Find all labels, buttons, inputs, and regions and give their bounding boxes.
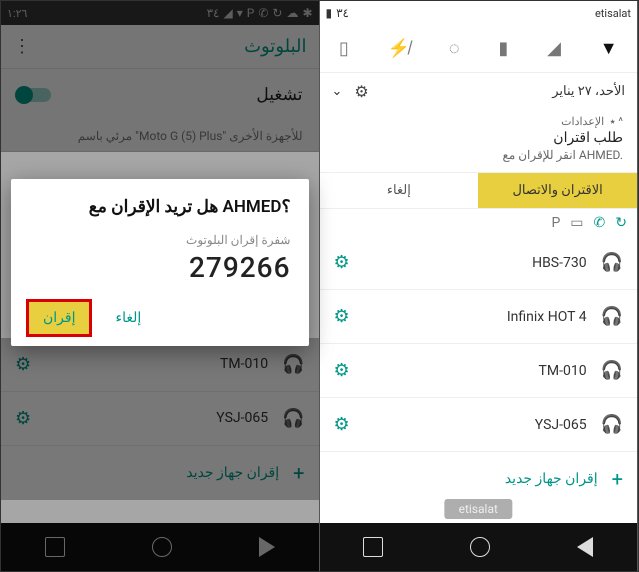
battery-icon[interactable]: ▮ xyxy=(498,38,508,59)
signal-icon[interactable]: ◢ xyxy=(547,38,561,59)
chevron-down-icon[interactable]: ⌄ xyxy=(332,84,343,99)
card-icon: ▭ xyxy=(570,215,583,231)
device-row[interactable]: ⚙ Infinix HOT 4 🎧 xyxy=(320,290,638,344)
gear-icon[interactable]: ⚙ xyxy=(334,252,350,273)
dialog-sub: شفرة إقران البلوتوث xyxy=(29,233,291,247)
headset-icon: 🎧 xyxy=(601,252,623,273)
gear-icon[interactable]: ⚙ xyxy=(334,414,350,435)
recents-button[interactable] xyxy=(363,537,383,557)
headset-icon: 🎧 xyxy=(601,306,623,327)
device-row[interactable]: ⚙ TM-010 🎧 xyxy=(320,344,638,398)
pair-new-device[interactable]: إقران جهاز جديد + xyxy=(320,452,638,506)
device-name: HBS-730 xyxy=(532,255,587,271)
headset-icon: 🎧 xyxy=(601,414,623,435)
device-name: YSJ-065 xyxy=(535,417,587,433)
notif-sub: انقر للإقران مع AHMED. xyxy=(334,148,624,162)
notif-source: الإعدادات ⁦ ⁦⁦٭⁩ ^ xyxy=(334,115,624,128)
dialog-title: هل تريد الإقران مع AHMED؟ xyxy=(29,197,291,217)
notif-tray-icons: P ▭ ✆ ↻ xyxy=(320,208,638,236)
date-text: الأحد، ٢٧ يناير xyxy=(552,84,625,99)
toast: etisalat xyxy=(445,499,512,519)
notif-pair-button[interactable]: الاقتران والاتصال xyxy=(478,173,637,208)
back-button[interactable] xyxy=(577,537,593,557)
status-bar: ▮ ٣٤ etisalat xyxy=(320,1,638,25)
battery-pct: ٣٤ xyxy=(336,6,349,20)
status-icons-left: ▮ ٣٤ xyxy=(326,6,350,20)
quick-settings: ▯ ⚡̸ ◌ ▮ ◢ ▼ xyxy=(320,25,638,73)
gear-icon[interactable]: ⚙ xyxy=(334,360,350,381)
device-name: Infinix HOT 4 xyxy=(507,309,587,325)
wifi-icon[interactable]: ▼ xyxy=(600,38,618,59)
notification-panel: ▯ ⚡̸ ◌ ▮ ◢ ▼ ⌄ ⚙ الأحد، ٢٧ يناير الإعداد… xyxy=(320,25,638,236)
notif-actions: إلغاء الاقتران والاتصال xyxy=(320,172,638,208)
home-button[interactable] xyxy=(470,537,490,557)
dnd-icon[interactable]: ◌ xyxy=(449,38,460,59)
plus-icon: + xyxy=(612,467,623,491)
pairing-code: 279266 xyxy=(29,251,291,284)
settings-gear-icon[interactable]: ⚙ xyxy=(354,82,368,101)
pair-dialog: هل تريد الإقران مع AHMED؟ شفرة إقران الب… xyxy=(11,179,309,346)
date-row: ⌄ ⚙ الأحد، ٢٧ يناير xyxy=(320,73,638,109)
gear-icon[interactable]: ⚙ xyxy=(334,306,350,327)
device-row[interactable]: ⚙ HBS-730 🎧 xyxy=(320,236,638,290)
sync-icon: ↻ xyxy=(615,215,627,231)
screen-icon[interactable]: ▯ xyxy=(339,38,349,59)
dialog-pair-button[interactable]: إقران xyxy=(29,302,89,334)
flashlight-icon[interactable]: ⚡̸ xyxy=(388,38,410,59)
notif-cancel-button[interactable]: إلغاء xyxy=(320,173,479,208)
pair-notification[interactable]: الإعدادات ⁦ ⁦⁦٭⁩ ^ طلب اقتران انقر للإقر… xyxy=(320,109,638,172)
device-name: TM-010 xyxy=(539,363,587,379)
device-row[interactable]: ⚙ YSJ-065 🎧 xyxy=(320,398,638,452)
dialog-cancel-button[interactable]: إلغاء xyxy=(109,302,147,334)
device-list: ⚙ HBS-730 🎧 ⚙ Infinix HOT 4 🎧 ⚙ TM-010 🎧 ⚙ … xyxy=(320,236,638,523)
nav-bar xyxy=(320,523,638,571)
phone-icon: ✆ xyxy=(594,215,606,231)
notif-title: طلب اقتران xyxy=(334,130,624,146)
p-icon: P xyxy=(551,215,560,231)
headset-icon: 🎧 xyxy=(601,360,623,381)
battery-icon: ▮ xyxy=(326,6,333,20)
pair-new-label: إقران جهاز جديد xyxy=(505,471,598,487)
carrier: etisalat xyxy=(595,7,631,20)
